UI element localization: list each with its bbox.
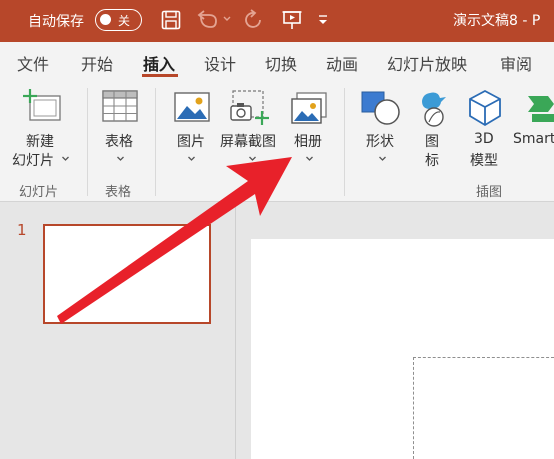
annotation-arrow-icon bbox=[57, 157, 292, 324]
